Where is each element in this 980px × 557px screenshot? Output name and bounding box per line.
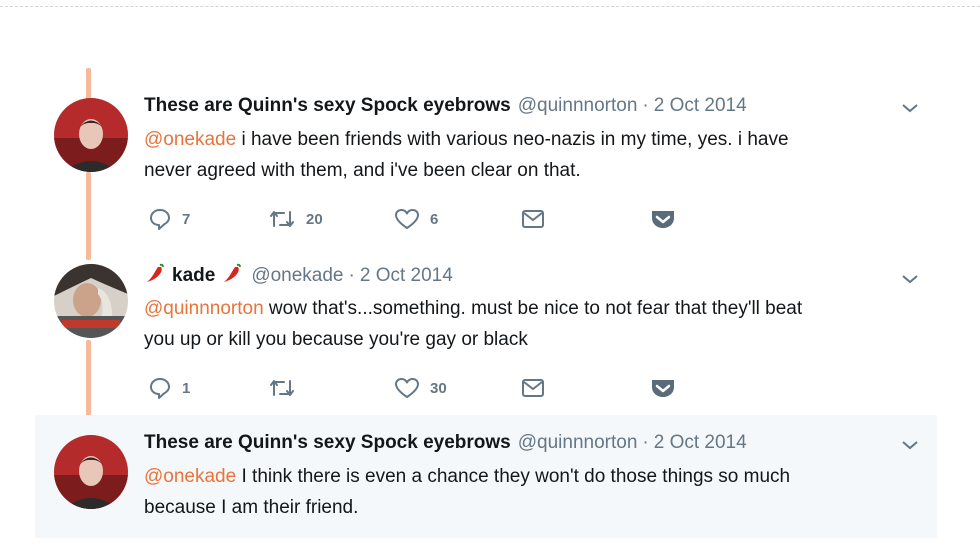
retweet-icon xyxy=(270,211,294,227)
avatar[interactable] xyxy=(54,98,128,172)
reply-button[interactable]: 7 xyxy=(148,207,190,231)
pocket-button[interactable] xyxy=(650,376,676,400)
tweet-text-line: @quinnnorton wow that's...something. mus… xyxy=(144,293,914,324)
tweet-text-line: @onekade I think there is even a chance … xyxy=(144,461,914,492)
like-icon xyxy=(395,378,419,398)
tweet-text-segment: i have been friends with various neo-naz… xyxy=(236,129,789,150)
tweet-text-line: you up or kill you because you're gay or… xyxy=(144,329,528,350)
pocket-icon xyxy=(652,380,674,397)
display-name[interactable]: These are Quinn's sexy Spock eyebrows xyxy=(144,432,511,454)
tweet-header: These are Quinn's sexy Spock eyebrows @q… xyxy=(144,95,747,117)
separator-dot: · xyxy=(642,95,649,116)
tweet-text-segment: I think there is even a chance they won'… xyxy=(236,466,791,487)
chili-pepper-icon xyxy=(221,262,243,290)
chili-pepper-icon xyxy=(144,262,166,290)
like-icon xyxy=(395,209,419,229)
direct-message-button[interactable] xyxy=(520,207,546,231)
like-button[interactable]: 6 xyxy=(394,207,438,231)
tweet-text: @onekade I think there is even a chance … xyxy=(144,461,914,523)
reply-button[interactable]: 1 xyxy=(148,376,190,400)
tweet[interactable]: kade @onekade · 2 Oct 2014 @quinnnorton … xyxy=(35,250,937,415)
user-handle[interactable]: @quinnnorton xyxy=(518,95,638,117)
reply-count: 7 xyxy=(182,210,191,228)
like-button[interactable]: 30 xyxy=(394,376,447,400)
retweet-count: 20 xyxy=(306,210,323,228)
chevron-down-icon[interactable] xyxy=(901,272,919,290)
tweet-text-line: @onekade i have been friends with variou… xyxy=(144,124,914,155)
chevron-down-icon[interactable] xyxy=(901,438,919,456)
message-icon xyxy=(522,379,544,397)
avatar[interactable] xyxy=(54,264,128,338)
mention-link[interactable]: @onekade xyxy=(144,466,236,487)
display-name[interactable]: kade xyxy=(172,265,215,287)
top-divider xyxy=(0,6,980,7)
tweet-text: @quinnnorton wow that's...something. mus… xyxy=(144,293,914,355)
avatar[interactable] xyxy=(54,435,128,509)
tweet-text-line: never agreed with them, and i've been cl… xyxy=(144,160,581,181)
tweet-text-segment: wow that's...something. must be nice to … xyxy=(263,298,803,319)
like-count: 30 xyxy=(430,379,447,397)
tweet-focused[interactable]: These are Quinn's sexy Spock eyebrows @q… xyxy=(35,415,937,538)
reply-icon xyxy=(150,378,170,399)
direct-message-button[interactable] xyxy=(520,376,546,400)
tweet-date[interactable]: 2 Oct 2014 xyxy=(360,265,453,287)
retweet-button[interactable]: 20 xyxy=(268,207,323,231)
retweet-icon xyxy=(270,380,294,396)
tweet-actions: 1 30 xyxy=(144,376,704,400)
like-count: 6 xyxy=(430,210,439,228)
tweet-text: @onekade i have been friends with variou… xyxy=(144,124,914,186)
tweet-actions: 7 20 6 xyxy=(144,207,704,231)
mention-link[interactable]: @quinnnorton xyxy=(144,298,264,319)
tweet-header: kade @onekade · 2 Oct 2014 xyxy=(144,262,453,290)
separator-dot: · xyxy=(348,265,355,286)
user-handle[interactable]: @onekade xyxy=(251,265,343,287)
message-icon xyxy=(522,210,544,228)
pocket-button[interactable] xyxy=(650,207,676,231)
retweet-button[interactable] xyxy=(268,376,306,400)
reply-icon xyxy=(150,209,170,230)
tweet-text-line: because I am their friend. xyxy=(144,497,359,518)
tweet-date[interactable]: 2 Oct 2014 xyxy=(654,432,747,454)
tweet[interactable]: These are Quinn's sexy Spock eyebrows @q… xyxy=(35,80,937,250)
pocket-icon xyxy=(652,211,674,228)
display-name[interactable]: These are Quinn's sexy Spock eyebrows xyxy=(144,95,511,117)
user-handle[interactable]: @quinnnorton xyxy=(518,432,638,454)
tweet-date[interactable]: 2 Oct 2014 xyxy=(654,95,747,117)
separator-dot: · xyxy=(642,432,649,453)
tweet-header: These are Quinn's sexy Spock eyebrows @q… xyxy=(144,432,747,454)
chevron-down-icon[interactable] xyxy=(901,101,919,119)
mention-link[interactable]: @onekade xyxy=(144,129,236,150)
reply-count: 1 xyxy=(182,379,191,397)
